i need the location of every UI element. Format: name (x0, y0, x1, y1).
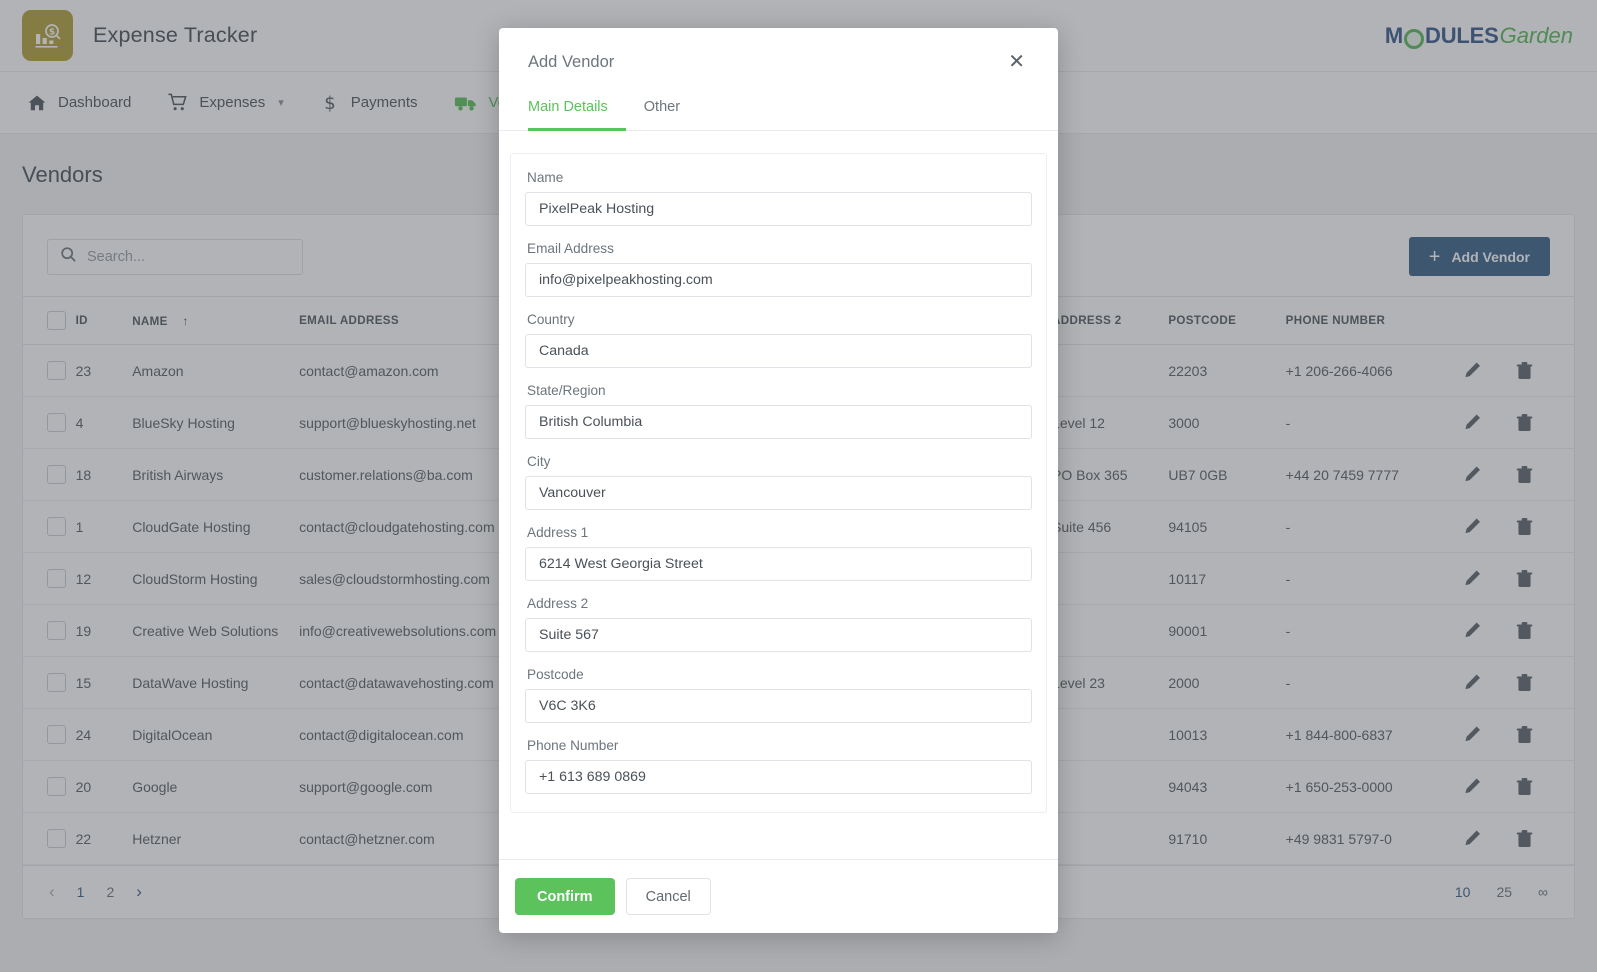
field-label: Email Address (527, 241, 614, 256)
cancel-button[interactable]: Cancel (625, 878, 711, 915)
form-field: State/Region (525, 383, 1032, 439)
form-field: Postcode (525, 667, 1032, 723)
close-icon[interactable]: ✕ (1004, 50, 1029, 74)
form-field: Address 1 (525, 525, 1032, 581)
field-label: Postcode (527, 667, 584, 682)
field-label: Phone Number (527, 738, 619, 753)
modal-tabs: Main Details Other (499, 74, 1058, 131)
field-label: Name (527, 170, 564, 185)
form-field: Country (525, 312, 1032, 368)
form-field: Phone Number (525, 738, 1032, 794)
form-field: Name (525, 170, 1032, 226)
field-input[interactable] (525, 405, 1032, 439)
field-input[interactable] (525, 689, 1032, 723)
field-label: State/Region (527, 383, 606, 398)
field-input[interactable] (525, 547, 1032, 581)
tab-main-details[interactable]: Main Details (528, 91, 626, 131)
field-input[interactable] (525, 760, 1032, 794)
modal-body: Name Email Address Country State/Region City… (499, 131, 1058, 859)
field-label: Address 1 (527, 525, 589, 540)
modal-header: Add Vendor ✕ (499, 28, 1058, 74)
modal-footer: Confirm Cancel (499, 859, 1058, 933)
add-vendor-modal: Add Vendor ✕ Main Details Other Name Emai… (499, 28, 1058, 933)
tab-other[interactable]: Other (644, 91, 698, 131)
vendor-form: Name Email Address Country State/Region City… (510, 153, 1047, 813)
form-field: City (525, 454, 1032, 510)
modal-title: Add Vendor (528, 52, 615, 71)
field-label: City (527, 454, 551, 469)
field-input[interactable] (525, 618, 1032, 652)
form-field: Address 2 (525, 596, 1032, 652)
field-label: Address 2 (527, 596, 589, 611)
application-root: $ Expense Tracker M DULES Garden Dashboa… (0, 0, 1597, 972)
field-label: Country (527, 312, 575, 327)
confirm-button[interactable]: Confirm (515, 878, 615, 915)
field-input[interactable] (525, 476, 1032, 510)
field-input[interactable] (525, 334, 1032, 368)
form-field: Email Address (525, 241, 1032, 297)
field-input[interactable] (525, 192, 1032, 226)
field-input[interactable] (525, 263, 1032, 297)
